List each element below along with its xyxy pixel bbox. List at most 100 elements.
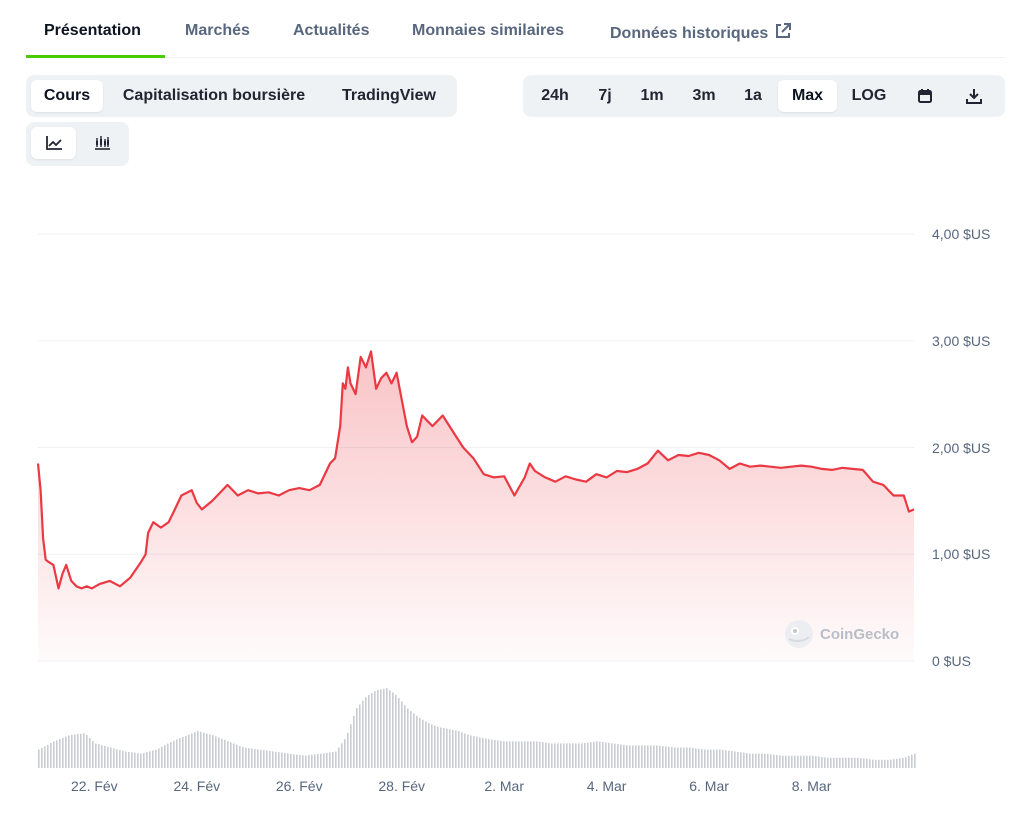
volume-bar [524, 741, 526, 768]
volume-bar [38, 749, 40, 768]
volume-bar [869, 759, 871, 768]
volume-bar [530, 741, 532, 768]
volume-bar [131, 752, 133, 768]
volume-bar [383, 688, 385, 768]
volume-bar [386, 688, 388, 768]
volume-bar [392, 692, 394, 768]
volume-bar [686, 747, 688, 768]
volume-bar [281, 752, 283, 768]
volume-bar [914, 753, 916, 768]
volume-bar [836, 757, 838, 768]
volume-bar [230, 742, 232, 768]
volume-bar [188, 734, 190, 768]
y-tick-label: 1,00 $US [932, 546, 991, 563]
volume-bar [251, 748, 253, 768]
x-tick-label: 28. Fév [378, 778, 426, 794]
volume-bar [659, 745, 661, 768]
volume-bar [224, 739, 226, 768]
watermark-text: CoinGecko [820, 625, 900, 643]
volume-bar [599, 741, 601, 768]
volume-bar [473, 736, 475, 768]
volume-bar [617, 744, 619, 768]
x-tick-label: 8. Mar [791, 778, 832, 794]
volume-bar [245, 747, 247, 768]
price-chart[interactable] [0, 0, 1024, 817]
y-tick-label: 3,00 $US [932, 332, 991, 349]
volume-bar [680, 747, 682, 768]
volume-bar [815, 756, 817, 768]
volume-bar [284, 752, 286, 768]
volume-bar [377, 689, 379, 768]
volume-bar [677, 747, 679, 768]
volume-bar [464, 733, 466, 768]
volume-bar [380, 689, 382, 768]
volume-bar [890, 759, 892, 768]
volume-bar [629, 745, 631, 768]
volume-bar [719, 749, 721, 768]
volume-bar [149, 751, 151, 768]
volume-bar [689, 747, 691, 768]
volume-bar [338, 747, 340, 768]
volume-bar [476, 736, 478, 768]
volume-bar [839, 757, 841, 768]
volume-bar [497, 740, 499, 768]
volume-bar [644, 745, 646, 768]
volume-bar [191, 733, 193, 768]
volume-bar [866, 758, 868, 768]
volume-bar [248, 748, 250, 768]
volume-bar [764, 753, 766, 768]
volume-bar [122, 750, 124, 768]
volume-bar [767, 753, 769, 768]
volume-bar [320, 753, 322, 768]
volume-bar [197, 731, 199, 768]
volume-bar [851, 757, 853, 768]
volume-bar [875, 759, 877, 768]
volume-bar [173, 740, 175, 768]
volume-bar [632, 745, 634, 768]
volume-bar [140, 753, 142, 768]
volume-bar [548, 743, 550, 768]
volume-bar [215, 736, 217, 768]
volume-bar [737, 751, 739, 768]
volume-bar [356, 708, 358, 768]
volume-bar [434, 725, 436, 768]
volume-bar [482, 737, 484, 768]
volume-bar [440, 727, 442, 768]
volume-bar [842, 757, 844, 768]
volume-bar [65, 736, 67, 768]
volume-bar [773, 754, 775, 768]
x-tick-label: 24. Fév [173, 778, 221, 794]
volume-bar [587, 742, 589, 768]
volume-bar [449, 729, 451, 768]
volume-bar [335, 751, 337, 768]
volume-bar [557, 743, 559, 768]
watermark: CoinGecko [784, 619, 899, 649]
volume-bar [398, 697, 400, 768]
volume-bar [821, 756, 823, 768]
volume-bar [674, 747, 676, 768]
volume-bar [566, 743, 568, 768]
volume-bar [860, 758, 862, 768]
volume-bar [848, 757, 850, 768]
volume-bar [179, 738, 181, 768]
volume-bar [164, 745, 166, 768]
volume-bar [725, 750, 727, 768]
volume-bar [749, 753, 751, 768]
volume-bar [596, 741, 598, 768]
volume-bar [713, 749, 715, 768]
volume-bar [887, 759, 889, 768]
volume-bar [218, 737, 220, 768]
volume-bar [728, 750, 730, 768]
volume-bar [125, 751, 127, 768]
volume-bar [71, 734, 73, 768]
volume-bar [560, 743, 562, 768]
volume-bar [329, 752, 331, 768]
volume-bar [488, 739, 490, 768]
volume-bar [458, 731, 460, 768]
volume-bar [317, 754, 319, 768]
volume-bar [656, 745, 658, 768]
volume-bar [347, 732, 349, 768]
volume-bar [905, 757, 907, 768]
volume-bar [761, 753, 763, 768]
volume-bar [323, 753, 325, 768]
